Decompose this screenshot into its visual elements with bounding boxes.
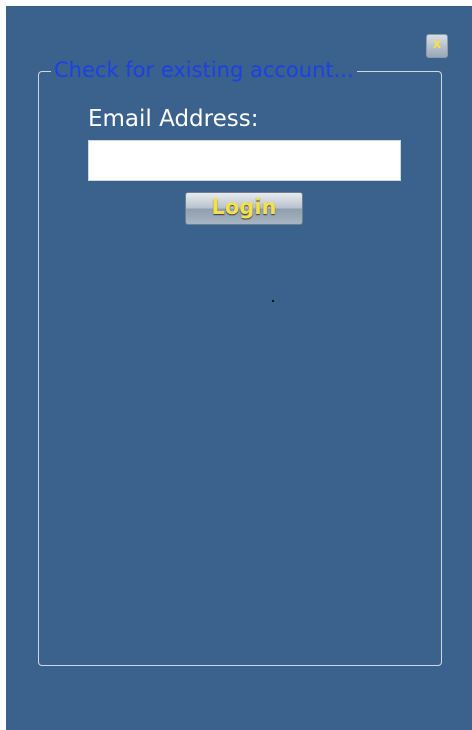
close-button[interactable]: x	[426, 34, 448, 58]
login-dialog: x Check for existing account... Email Ad…	[6, 6, 472, 730]
email-field[interactable]	[88, 140, 401, 181]
close-icon: x	[432, 37, 442, 52]
stray-dot	[272, 300, 274, 302]
login-button[interactable]: Login	[185, 192, 303, 225]
email-label: Email Address:	[88, 106, 259, 132]
group-title: Check for existing account...	[51, 58, 357, 82]
